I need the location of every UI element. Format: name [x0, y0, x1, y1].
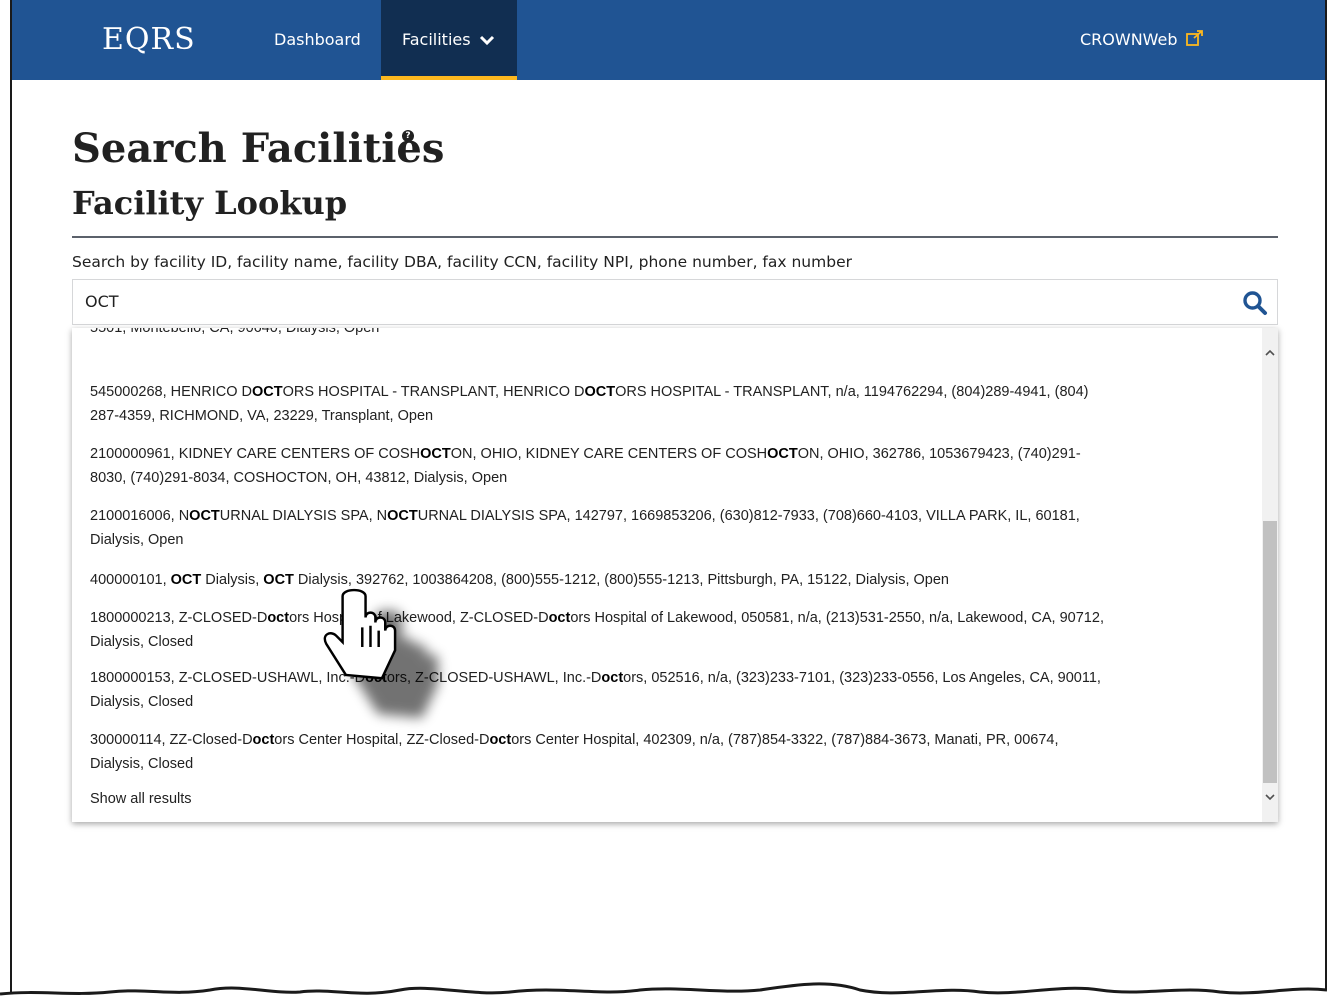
result-text: 400000101, — [90, 572, 171, 588]
nav-dashboard-label: Dashboard — [274, 30, 361, 49]
result-line: 8030, (740)291-8034, COSHOCTON, OH, 4381… — [90, 470, 508, 486]
top-navigation: EQRS Dashboard Facilities CROWNWeb — [12, 0, 1325, 80]
match-highlight: OCT — [584, 384, 616, 400]
result-line: 545000268, HENRICO DOCTORS HOSPITAL - TR… — [90, 380, 1250, 404]
match-highlight: oct — [489, 732, 512, 748]
result-text: ors, Z-CLOSED-USHAWL, Inc.-D — [386, 670, 602, 686]
result-text: ORS HOSPITAL - TRANSPLANT, n/a, 11947622… — [615, 384, 1089, 400]
result-text: ORS HOSPITAL - TRANSPLANT, HENRICO D — [282, 384, 585, 400]
nav-crownweb-link[interactable]: CROWNWeb — [1080, 0, 1204, 80]
result-text: 300000114, ZZ-Closed-D — [90, 732, 253, 748]
search-results-dropdown: 5501, Montebello, CA, 90640, Dialysis, O… — [72, 328, 1278, 822]
result-line: 1800000213, Z-CLOSED-Doctors Hospital of… — [90, 606, 1250, 630]
show-all-results-link[interactable]: Show all results — [90, 791, 192, 807]
results-list: 5501, Montebello, CA, 90640, Dialysis, O… — [72, 328, 1262, 822]
section-divider — [72, 236, 1278, 238]
results-scrollbar[interactable] — [1262, 328, 1278, 822]
result-text: 545000268, HENRICO D — [90, 384, 252, 400]
result-text: 2100016006, N — [90, 508, 190, 524]
result-text: ors, 052516, n/a, (323)233-7101, (323)23… — [623, 670, 1101, 686]
scroll-down-arrow-icon[interactable] — [1262, 788, 1278, 806]
match-highlight: oct — [252, 732, 275, 748]
result-text: URNAL DIALYSIS SPA, N — [219, 508, 388, 524]
external-link-icon — [1185, 30, 1203, 46]
match-highlight: OCT — [387, 508, 418, 524]
match-highlight: OCT — [170, 572, 202, 588]
search-label: Search by facility ID, facility name, fa… — [72, 253, 852, 271]
result-text: ON, OHIO, 362786, 1053679423, (740)291- — [797, 446, 1081, 462]
nav-crownweb-label: CROWNWeb — [1080, 30, 1178, 49]
result-item[interactable]: 2100000961, KIDNEY CARE CENTERS OF COSHO… — [90, 442, 1250, 490]
match-highlight: oct — [267, 610, 290, 626]
nav-facilities-label: Facilities — [402, 30, 471, 49]
torn-edge-decoration — [0, 982, 1327, 999]
match-highlight: oct — [601, 670, 624, 686]
match-highlight: oct — [548, 610, 571, 626]
result-line: 2100016006, NOCTURNAL DIALYSIS SPA, NOCT… — [90, 504, 1250, 528]
result-line: 5501, Montebello, CA, 90640, Dialysis, O… — [90, 328, 380, 336]
match-highlight: OCT — [189, 508, 220, 524]
result-text: ON, OHIO, KIDNEY CARE CENTERS OF COSH — [450, 446, 768, 462]
result-text: 1800000153, Z-CLOSED-USHAWL, Inc.-D — [90, 670, 366, 686]
result-item[interactable]: 1800000213, Z-CLOSED-Doctors Hospital of… — [90, 606, 1250, 654]
match-highlight: OCT — [252, 384, 283, 400]
section-title: Facility Lookup — [72, 184, 348, 222]
scrollbar-thumb[interactable] — [1263, 521, 1277, 783]
result-item[interactable]: 1800000153, Z-CLOSED-USHAWL, Inc.-Doctor… — [90, 666, 1250, 714]
result-text: Dialysis, — [201, 572, 264, 588]
search-input[interactable] — [85, 292, 1225, 311]
result-line: 287-4359, RICHMOND, VA, 23229, Transplan… — [90, 408, 434, 424]
result-line: Dialysis, Open — [90, 532, 184, 548]
match-highlight: OCT — [420, 446, 451, 462]
match-highlight: OCT — [767, 446, 798, 462]
result-item[interactable]: 545000268, HENRICO DOCTORS HOSPITAL - TR… — [90, 380, 1250, 428]
result-line: Dialysis, Closed — [90, 634, 194, 650]
result-line: Dialysis, Closed — [90, 694, 194, 710]
result-text: ors Hospital of Lakewood, 050581, n/a, (… — [570, 610, 1104, 626]
chevron-down-icon — [479, 35, 494, 45]
result-line: 2100000961, KIDNEY CARE CENTERS OF COSHO… — [90, 442, 1250, 466]
match-highlight: OCT — [263, 572, 294, 588]
result-text: ors Center Hospital, ZZ-Closed-D — [274, 732, 490, 748]
result-text: ors Center Hospital, 402309, n/a, (787)8… — [511, 732, 1059, 748]
result-text: 1800000213, Z-CLOSED-D — [90, 610, 268, 626]
search-field — [72, 279, 1278, 325]
result-text: ors Hospital of Lakewood, Z-CLOSED-D — [289, 610, 549, 626]
result-line: 1800000153, Z-CLOSED-USHAWL, Inc.-Doctor… — [90, 666, 1250, 690]
match-highlight: oct — [365, 670, 387, 686]
result-text: 2100000961, KIDNEY CARE CENTERS OF COSH — [90, 446, 421, 462]
scroll-up-arrow-icon[interactable] — [1262, 344, 1278, 362]
brand-logo[interactable]: EQRS — [102, 22, 196, 57]
result-item[interactable]: 2100016006, NOCTURNAL DIALYSIS SPA, NOCT… — [90, 504, 1250, 552]
result-line: Dialysis, Closed — [90, 756, 194, 772]
help-icon[interactable]: ? — [402, 130, 414, 142]
search-icon[interactable] — [1241, 289, 1269, 317]
result-text: URNAL DIALYSIS SPA, 142797, 1669853206, … — [417, 508, 1080, 524]
result-item-partial[interactable]: 5501, Montebello, CA, 90640, Dialysis, O… — [90, 328, 1250, 340]
page-title: Search Facilities — [72, 125, 445, 172]
result-line: 400000101, OCT Dialysis, OCT Dialysis, 3… — [90, 568, 1250, 592]
result-item[interactable]: 300000114, ZZ-Closed-Doctors Center Hosp… — [90, 728, 1250, 776]
result-line: 300000114, ZZ-Closed-Doctors Center Hosp… — [90, 728, 1250, 752]
result-item[interactable]: 400000101, OCT Dialysis, OCT Dialysis, 3… — [90, 568, 1250, 592]
nav-dashboard-link[interactable]: Dashboard — [274, 0, 361, 80]
nav-facilities-menu[interactable]: Facilities — [381, 0, 517, 80]
result-text: Dialysis, 392762, 1003864208, (800)555-1… — [293, 572, 949, 588]
